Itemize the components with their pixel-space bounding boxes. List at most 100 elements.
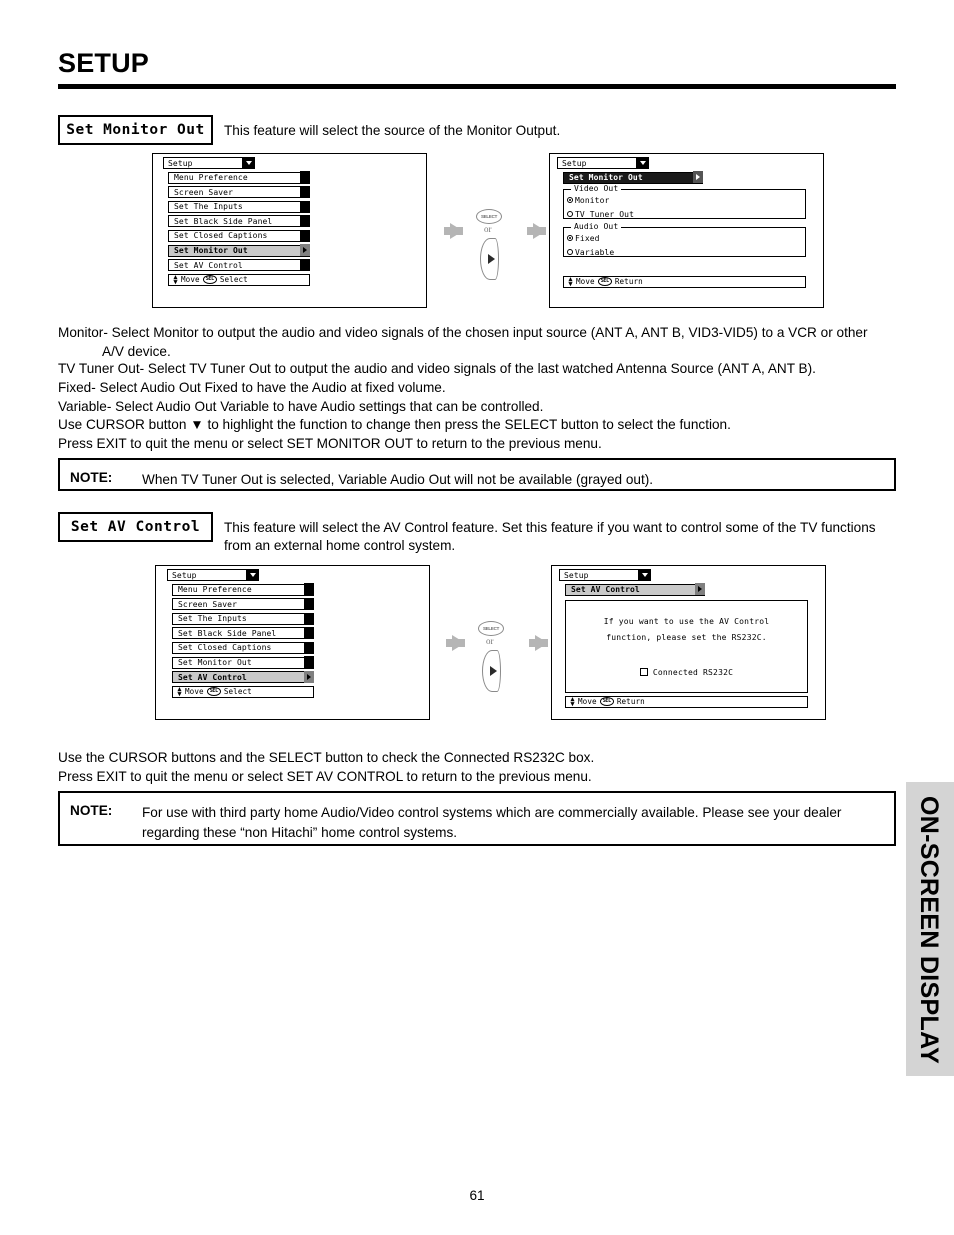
flow-arrow-left xyxy=(444,223,463,239)
note-box-2: NOTE: For use with third party home Audi… xyxy=(58,791,896,846)
osd-setup-label: Setup xyxy=(562,158,587,168)
page-number: 61 xyxy=(469,1188,485,1203)
footer-action-label: Select xyxy=(219,275,248,285)
up-down-arrow-icon: ▲ ▼ xyxy=(570,695,575,708)
osd-footer-hint: ▲ ▼ Move SEL Select xyxy=(168,273,310,286)
row-endcap xyxy=(304,656,315,669)
section-description-set-monitor-out: This feature will select the source of t… xyxy=(224,123,561,138)
note-text: For use with third party home Audio/Vide… xyxy=(142,803,841,842)
menu-item-set-closed-captions[interactable]: Set Closed Captions xyxy=(172,641,315,654)
group-legend-audio-out: Audio Out xyxy=(571,221,622,231)
row-endcap xyxy=(300,215,311,228)
radio-option-monitor[interactable]: Monitor xyxy=(564,196,805,205)
osd-footer-hint: ▲ ▼ Move SEL Return xyxy=(565,695,808,708)
menu-item-set-av-control-selected[interactable]: Set AV Control xyxy=(172,670,315,684)
radio-label: TV Tuner Out xyxy=(575,209,634,219)
osd-menu-1: Setup Menu Preference Screen Saver Set T… xyxy=(163,156,313,286)
menu-item-set-black-side-panel[interactable]: Set Black Side Panel xyxy=(172,627,315,640)
radio-label: Monitor xyxy=(575,195,610,205)
select-badge-icon: SEL xyxy=(597,277,612,287)
or-label-1: or xyxy=(484,224,492,234)
note-text: When TV Tuner Out is selected, Variable … xyxy=(142,472,654,487)
flow-arrow-left-2 xyxy=(446,635,465,651)
footer-move-label: Move xyxy=(181,275,200,285)
osd-title-label: Set Monitor Out xyxy=(569,173,643,183)
chevron-right-icon xyxy=(695,583,706,596)
menu-item-screen-saver[interactable]: Screen Saver xyxy=(172,598,315,611)
section-description-set-av-control: This feature will select the AV Control … xyxy=(224,520,876,553)
footer-move-label: Move xyxy=(576,277,595,287)
row-endcap xyxy=(300,229,311,242)
note-text-line-1: For use with third party home Audio/Vide… xyxy=(142,805,842,820)
select-button-icon-2: SELECT xyxy=(478,621,504,636)
row-endcap xyxy=(300,186,311,198)
menu-item-set-the-inputs[interactable]: Set The Inputs xyxy=(172,612,315,625)
radio-option-fixed[interactable]: Fixed xyxy=(564,234,805,243)
chevron-right-icon xyxy=(300,244,311,257)
osd-title-label: Set AV Control xyxy=(571,585,640,595)
osd-setup-header: Setup xyxy=(557,156,650,169)
menu-item-label: Screen Saver xyxy=(174,187,233,197)
paragraph-exit-usage: Press EXIT to quit the menu or select SE… xyxy=(58,436,602,451)
flow-arrow-right-2 xyxy=(529,635,548,651)
page-title: SETUP xyxy=(58,48,150,78)
message-line-1: If you want to use the AV Control xyxy=(603,616,770,626)
chevron-right-icon xyxy=(693,171,704,184)
select-badge-icon: SEL xyxy=(206,687,221,697)
menu-item-label: Set Monitor Out xyxy=(174,246,248,256)
row-endcap xyxy=(304,598,315,610)
menu-item-set-av-control[interactable]: Set AV Control xyxy=(168,258,311,272)
radio-icon-unselected xyxy=(567,211,573,218)
chevron-right-icon xyxy=(304,670,315,683)
select-badge-icon: SEL xyxy=(202,275,217,285)
chevron-down-icon xyxy=(242,156,256,169)
osd-footer-hint: ▲ ▼ Move SEL Return xyxy=(563,275,806,288)
paragraph-variable: Variable- Select Audio Out Variable to h… xyxy=(58,399,544,414)
menu-item-screen-saver[interactable]: Screen Saver xyxy=(168,186,311,199)
menu-item-label: Set AV Control xyxy=(178,672,247,682)
note-box-1: NOTE: When TV Tuner Out is selected, Var… xyxy=(58,458,896,491)
menu-item-set-monitor-out-selected[interactable]: Set Monitor Out xyxy=(168,244,311,257)
osd-menu-2: Setup Menu Preference Screen Saver Set T… xyxy=(167,568,317,698)
radio-option-variable[interactable]: Variable xyxy=(564,248,805,257)
up-down-arrow-icon: ▲ ▼ xyxy=(173,273,178,286)
flow-arrow-right xyxy=(527,223,546,239)
radio-option-tv-tuner-out[interactable]: TV Tuner Out xyxy=(564,210,805,219)
select-button-icon: SELECT xyxy=(476,209,502,224)
menu-item-label: Set Black Side Panel xyxy=(174,216,273,226)
menu-item-set-closed-captions[interactable]: Set Closed Captions xyxy=(168,229,311,242)
menu-item-label: Set Monitor Out xyxy=(178,658,252,668)
menu-item-menu-preference[interactable]: Menu Preference xyxy=(168,171,311,184)
row-endcap xyxy=(300,258,311,271)
footer-action-label: Return xyxy=(614,277,643,287)
note-label: NOTE: xyxy=(70,470,113,485)
menu-item-menu-preference[interactable]: Menu Preference xyxy=(172,583,315,596)
checkbox-connected-rs232c[interactable]: Connected RS232C xyxy=(566,668,807,677)
group-audio-out: Audio Out Fixed Variable xyxy=(563,221,806,257)
side-tab-on-screen-display: ON-SCREEN DISPLAY xyxy=(906,782,954,1076)
footer-move-label: Move xyxy=(578,697,597,707)
menu-item-set-monitor-out[interactable]: Set Monitor Out xyxy=(172,656,315,669)
osd-title-bar-set-av-control[interactable]: Set AV Control xyxy=(565,583,706,596)
av-control-message-box: If you want to use the AV Control functi… xyxy=(565,599,808,693)
section-chip-set-monitor-out: Set Monitor Out xyxy=(58,115,213,145)
osd-footer-hint: ▲ ▼ Move SEL Select xyxy=(172,685,314,698)
paragraph-cursor-usage: Use CURSOR button ▼ to highlight the fun… xyxy=(58,417,731,432)
menu-item-set-the-inputs[interactable]: Set The Inputs xyxy=(168,200,311,213)
menu-item-label: Set Closed Captions xyxy=(174,231,268,241)
group-video-out: Video Out Monitor TV Tuner Out xyxy=(563,183,806,219)
note-text-line-2: regarding these “non Hitachi” home contr… xyxy=(142,824,458,840)
osd-setup-header: Setup xyxy=(167,568,260,581)
osd-title-bar-set-monitor-out[interactable]: Set Monitor Out xyxy=(563,171,704,184)
row-endcap xyxy=(304,627,315,640)
paragraph-monitor: Monitor- Select Monitor to output the au… xyxy=(58,323,903,361)
paragraph-av-cursor-usage: Use the CURSOR buttons and the SELECT bu… xyxy=(58,750,595,765)
menu-item-set-black-side-panel[interactable]: Set Black Side Panel xyxy=(168,215,311,228)
osd-panel-set-monitor-out: Setup Set Monitor Out Video Out Monitor … xyxy=(557,156,812,288)
osd-setup-label: Setup xyxy=(172,570,197,580)
radio-icon-unselected xyxy=(567,249,573,256)
cursor-right-button-icon-2 xyxy=(482,650,501,692)
paragraph-fixed: Fixed- Select Audio Out Fixed to have th… xyxy=(58,380,446,395)
radio-icon-selected xyxy=(567,235,573,242)
checkbox-label: Connected RS232C xyxy=(652,667,734,677)
